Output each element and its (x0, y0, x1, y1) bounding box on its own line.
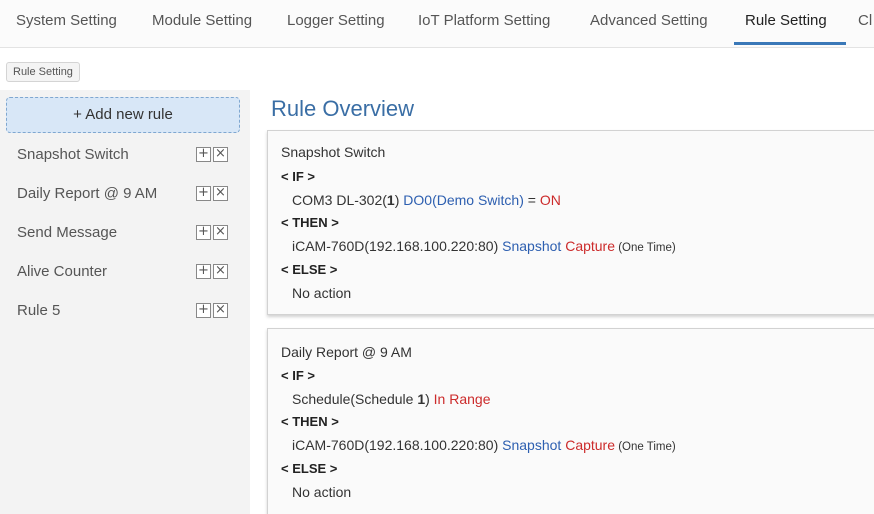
condition-num: 1 (386, 192, 395, 208)
close-icon[interactable]: × (213, 264, 228, 279)
sidebar-item-label: Snapshot Switch (17, 146, 129, 163)
else-action: No action (292, 484, 352, 500)
sidebar-item-label: Send Message (17, 224, 118, 241)
rule-card-snapshot-switch[interactable]: Snapshot Switch < IF > COM3 DL-302(1) DO… (267, 130, 874, 315)
tab-cloud-partial[interactable]: Cl (858, 12, 872, 29)
plus-icon[interactable]: + (196, 147, 211, 162)
tab-advanced-setting[interactable]: Advanced Setting (590, 12, 708, 29)
rule-card-title: Daily Report @ 9 AM (281, 344, 412, 360)
tab-iot-platform-setting[interactable]: IoT Platform Setting (418, 12, 550, 29)
close-icon[interactable]: × (213, 225, 228, 240)
then-keyword: < THEN > (281, 215, 339, 230)
condition-value: In Range (433, 391, 491, 407)
condition-value: ON (539, 192, 561, 208)
else-keyword: < ELSE > (281, 262, 338, 277)
sidebar-item-snapshot-switch[interactable]: Snapshot Switch + × (0, 138, 250, 174)
action-mode: (One Time) (615, 242, 676, 254)
plus-icon[interactable]: + (196, 303, 211, 318)
sidebar-item-daily-report[interactable]: Daily Report @ 9 AM + × (0, 177, 250, 213)
sidebar-item-send-message[interactable]: Send Message + × (0, 216, 250, 252)
plus-icon[interactable]: + (196, 264, 211, 279)
then-action: iCAM-760D(192.168.100.220:80) Snapshot C… (292, 238, 676, 254)
sidebar-item-label: Daily Report @ 9 AM (17, 185, 158, 202)
if-condition: COM3 DL-302(1) DO0(Demo Switch) = ON (292, 192, 561, 208)
else-keyword: < ELSE > (281, 461, 338, 476)
sidebar-item-label: Rule 5 (17, 302, 61, 319)
close-icon[interactable]: × (213, 303, 228, 318)
action-device: iCAM-760D(192.168.100.220:80) (292, 238, 503, 254)
add-new-rule-button[interactable]: + Add new rule (6, 97, 240, 133)
action-name: Snapshot (502, 238, 562, 254)
if-keyword: < IF > (281, 368, 315, 383)
page-title: Rule Overview (271, 96, 415, 121)
rule-sidebar: + Add new rule Snapshot Switch + × Daily… (0, 90, 250, 514)
condition-suffix: ) (425, 391, 434, 407)
condition-source: COM3 DL-302( (292, 192, 387, 208)
top-nav: System Setting Module Setting Logger Set… (0, 0, 874, 48)
action-mode: (One Time) (615, 441, 676, 453)
close-icon[interactable]: × (213, 186, 228, 201)
tab-system-setting[interactable]: System Setting (16, 12, 117, 29)
action-effect: Capture (561, 437, 616, 453)
action-name: Snapshot (502, 437, 562, 453)
condition-source: Schedule(Schedule (292, 391, 418, 407)
tab-logger-setting[interactable]: Logger Setting (287, 12, 385, 29)
plus-icon[interactable]: + (196, 225, 211, 240)
tab-module-setting[interactable]: Module Setting (152, 12, 252, 29)
breadcrumb[interactable]: Rule Setting (6, 62, 80, 82)
rule-card-title: Snapshot Switch (281, 144, 386, 160)
then-keyword: < THEN > (281, 414, 339, 429)
rule-card-daily-report[interactable]: Daily Report @ 9 AM < IF > Schedule(Sche… (267, 328, 874, 514)
plus-icon[interactable]: + (196, 186, 211, 201)
condition-num: 1 (417, 391, 426, 407)
tab-rule-setting[interactable]: Rule Setting (745, 12, 827, 29)
if-condition: Schedule(Schedule 1) In Range (292, 391, 491, 407)
if-keyword: < IF > (281, 169, 315, 184)
active-tab-indicator (734, 42, 846, 45)
action-effect: Capture (561, 238, 616, 254)
condition-operator: = (523, 192, 540, 208)
else-action: No action (292, 285, 352, 301)
action-device: iCAM-760D(192.168.100.220:80) (292, 437, 503, 453)
close-icon[interactable]: × (213, 147, 228, 162)
sidebar-item-label: Alive Counter (17, 263, 108, 280)
sidebar-item-rule-5[interactable]: Rule 5 + × (0, 294, 250, 330)
sidebar-item-alive-counter[interactable]: Alive Counter + × (0, 255, 250, 291)
then-action: iCAM-760D(192.168.100.220:80) Snapshot C… (292, 437, 676, 453)
condition-target: DO0(Demo Switch) (403, 192, 524, 208)
condition-suffix: ) (394, 192, 404, 208)
